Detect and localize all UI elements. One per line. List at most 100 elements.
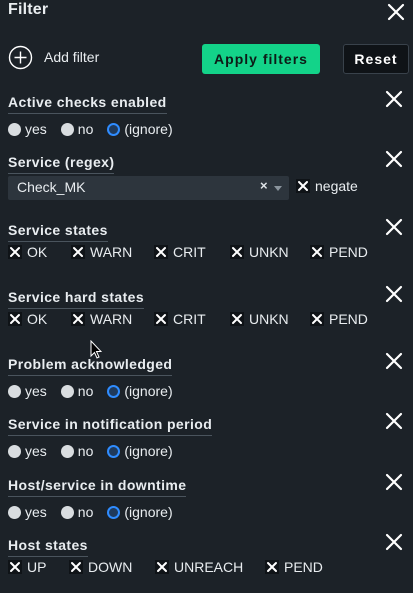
reset-button[interactable]: Reset (343, 44, 409, 74)
radio-label: no (77, 121, 94, 137)
service-regex-value: Check_MK (17, 179, 86, 195)
radio-selected-icon (107, 505, 121, 519)
radio-ignore[interactable]: (ignore) (107, 504, 173, 520)
section-title: Service states (8, 222, 108, 242)
radio-selected-icon (107, 122, 121, 136)
radio-group: yes no (ignore) (8, 121, 187, 137)
filter-header: Filter (0, 0, 413, 26)
x-check-icon (8, 245, 22, 259)
checkbox-label: DOWN (88, 559, 133, 575)
filter-toolbar: Add filter Apply filters Reset (0, 40, 413, 80)
checkbox-warn[interactable]: WARN (71, 311, 132, 327)
x-check-icon (310, 312, 324, 326)
checkbox-unkn[interactable]: UNKN (230, 311, 289, 327)
remove-filter-icon[interactable] (385, 150, 403, 168)
radio-icon (8, 505, 21, 519)
radio-icon (60, 505, 74, 519)
checkbox-label: WARN (90, 244, 133, 260)
x-check-icon (310, 245, 324, 259)
radio-yes[interactable]: yes (8, 121, 47, 137)
plus-circle-icon (8, 45, 33, 69)
radio-yes[interactable]: yes (8, 504, 47, 520)
negate-label: negate (315, 178, 358, 194)
section-title: Host/service in downtime (8, 477, 187, 497)
radio-selected-icon (107, 384, 121, 398)
radio-no[interactable]: no (60, 443, 93, 459)
radio-yes[interactable]: yes (8, 443, 47, 459)
checkbox-crit[interactable]: CRIT (154, 311, 206, 327)
section-title: Service (regex) (8, 154, 115, 174)
checkbox-pend[interactable]: PEND (265, 559, 323, 575)
radio-icon (8, 384, 21, 398)
radio-icon (8, 122, 21, 136)
remove-filter-icon[interactable] (385, 90, 403, 108)
section-title: Service in notification period (8, 416, 213, 436)
checkbox-pend[interactable]: PEND (310, 311, 368, 327)
radio-no[interactable]: no (60, 121, 94, 137)
x-check-icon (154, 245, 168, 259)
negate-checkbox[interactable]: negate (296, 178, 358, 194)
checkbox-ok[interactable]: OK (8, 244, 47, 260)
remove-filter-icon[interactable] (385, 218, 403, 236)
checkbox-label: PEND (284, 559, 323, 575)
x-check-icon (69, 560, 83, 574)
radio-no[interactable]: no (60, 383, 93, 399)
radio-label: yes (25, 504, 47, 520)
radio-icon (8, 444, 21, 458)
checkbox-ok[interactable]: OK (8, 311, 47, 327)
radio-ignore[interactable]: (ignore) (107, 383, 173, 399)
radio-group: yes no (ignore) (8, 504, 187, 520)
x-check-icon (296, 179, 310, 193)
x-check-icon (8, 312, 22, 326)
x-check-icon (71, 245, 85, 259)
radio-label: (ignore) (124, 121, 173, 137)
radio-icon (60, 122, 74, 136)
section-title: Host states (8, 537, 88, 557)
radio-label: (ignore) (124, 383, 173, 399)
checkbox-down[interactable]: DOWN (69, 559, 132, 575)
checkbox-label: OK (27, 311, 48, 327)
checkbox-label: UNKN (249, 311, 289, 327)
radio-label: (ignore) (124, 443, 173, 459)
checkbox-label: UNKN (249, 244, 289, 260)
x-check-icon (8, 560, 22, 574)
checkbox-warn[interactable]: WARN (71, 244, 132, 260)
radio-label: yes (25, 121, 47, 137)
radio-group: yes no (ignore) (8, 443, 187, 459)
x-check-icon (230, 245, 244, 259)
remove-filter-icon[interactable] (385, 473, 403, 491)
chevron-down-icon[interactable] (274, 186, 282, 191)
service-regex-select[interactable]: Check_MK × (8, 176, 289, 200)
checkbox-crit[interactable]: CRIT (154, 244, 206, 260)
radio-label: yes (25, 443, 47, 459)
checkbox-pend[interactable]: PEND (310, 244, 368, 260)
radio-icon (60, 444, 74, 458)
apply-filters-button[interactable]: Apply filters (202, 44, 320, 74)
checkbox-label: UNREACH (174, 559, 244, 575)
checkbox-label: UP (27, 559, 47, 575)
radio-selected-icon (107, 444, 121, 458)
remove-filter-icon[interactable] (385, 533, 403, 551)
checkbox-unkn[interactable]: UNKN (230, 244, 289, 260)
checkbox-unreach[interactable]: UNREACH (155, 559, 243, 575)
close-panel-icon[interactable] (387, 3, 405, 21)
radio-yes[interactable]: yes (8, 383, 47, 399)
remove-filter-icon[interactable] (385, 285, 403, 303)
remove-filter-icon[interactable] (385, 412, 403, 430)
add-filter-button[interactable]: Add filter (8, 44, 99, 70)
mouse-cursor-icon (90, 340, 102, 359)
radio-no[interactable]: no (60, 504, 93, 520)
radio-ignore[interactable]: (ignore) (107, 443, 173, 459)
add-filter-label: Add filter (44, 49, 100, 65)
x-check-icon (155, 560, 169, 574)
radio-group: yes no (ignore) (8, 383, 187, 399)
clear-selection-icon[interactable]: × (260, 178, 268, 193)
checkbox-up[interactable]: UP (8, 559, 46, 575)
remove-filter-icon[interactable] (385, 352, 403, 370)
x-check-icon (71, 312, 85, 326)
radio-icon (60, 384, 74, 398)
radio-ignore[interactable]: (ignore) (107, 121, 173, 137)
checkbox-label: CRIT (173, 311, 206, 327)
section-title: Active checks enabled (8, 94, 167, 114)
checkbox-label: PEND (329, 244, 368, 260)
